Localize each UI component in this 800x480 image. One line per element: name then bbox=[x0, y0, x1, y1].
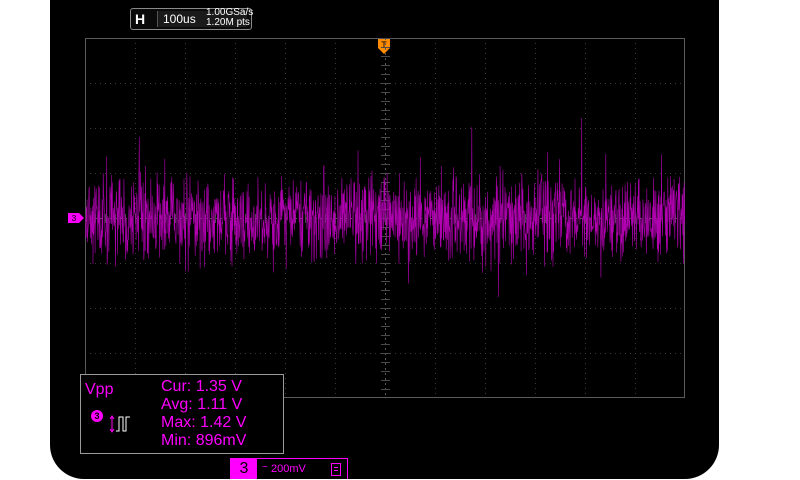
channel-marker-label: 3 bbox=[72, 214, 77, 223]
scope-screen: H 100us 1.00GSa/s 1.20M pts T 3 Vpp 3 Cu… bbox=[50, 0, 719, 479]
channel-scale: 200mV bbox=[271, 463, 306, 475]
channel-3-status[interactable]: 3 ~ 200mV bbox=[230, 458, 348, 479]
bandwidth-limit-icon bbox=[331, 463, 341, 476]
horizontal-label: H bbox=[135, 11, 146, 27]
memory-depth: 1.20M pts bbox=[206, 17, 250, 28]
measurement-minimum: Min: 896mV bbox=[161, 432, 247, 449]
peak-to-peak-icon bbox=[109, 415, 130, 433]
waveform-grid bbox=[85, 38, 685, 398]
measurement-panel[interactable]: Vpp 3 Cur: 1.35 V Avg: 1.11 V Max: 1.42 … bbox=[80, 374, 284, 454]
channel-offset-marker[interactable]: 3 bbox=[68, 213, 84, 223]
measurement-current: Cur: 1.35 V bbox=[161, 378, 242, 395]
measurement-name: Vpp bbox=[85, 381, 114, 398]
measurement-maximum: Max: 1.42 V bbox=[161, 414, 247, 431]
ac-coupling-icon: ~ bbox=[262, 462, 268, 473]
channel-number: 3 bbox=[231, 459, 257, 479]
channel-3-icon: 3 bbox=[91, 410, 103, 422]
measurement-average: Avg: 1.11 V bbox=[161, 396, 243, 413]
channel-3-waveform bbox=[85, 118, 685, 298]
